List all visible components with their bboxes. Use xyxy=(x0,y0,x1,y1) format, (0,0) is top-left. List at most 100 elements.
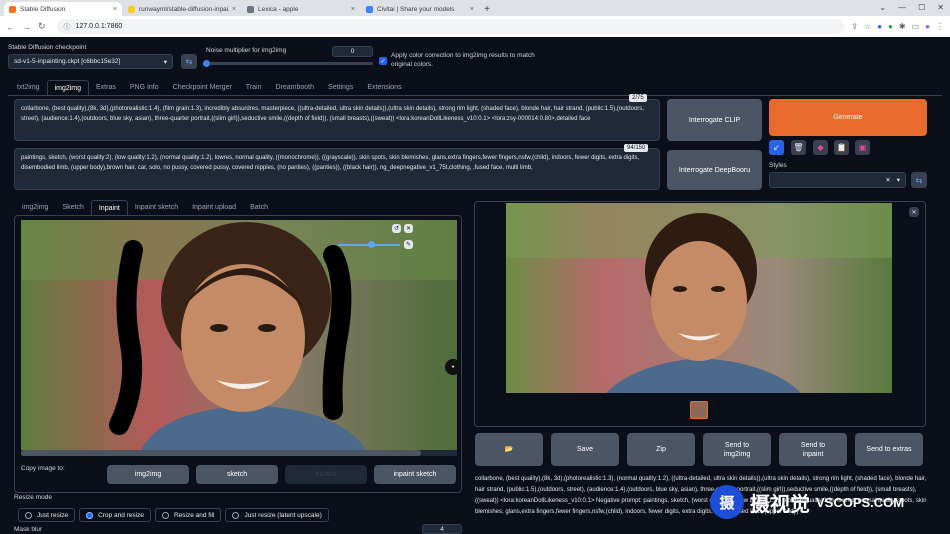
tab-favicon-icon xyxy=(128,5,135,13)
star-icon[interactable]: ☆ xyxy=(864,22,871,31)
interrogate-clip-button[interactable]: Interrogate CLIP xyxy=(667,99,762,141)
chevron-down-icon: ▾ xyxy=(163,58,167,66)
send-to-img2img-button[interactable]: Send to img2img xyxy=(703,433,771,466)
copy-to-sketch-button[interactable]: sketch xyxy=(196,465,278,484)
save-style-button[interactable]: 📋 xyxy=(834,140,849,155)
address-bar[interactable]: ⓘ 127.0.0.1:7860 xyxy=(56,19,845,34)
color-correction-label: Apply color correction to img2img result… xyxy=(391,52,535,68)
share-icon[interactable]: ⇪ xyxy=(851,22,858,31)
browser-toolbar: ← → ↻ ⓘ 127.0.0.1:7860 ⇪ ☆ ● ● ✱ ▭ ● ⋮ xyxy=(0,16,950,37)
noise-multiplier-input[interactable]: 0 xyxy=(332,46,373,57)
forward-icon[interactable]: → xyxy=(22,22,31,32)
canvas-scrollbar[interactable] xyxy=(21,450,457,456)
close-icon[interactable]: × xyxy=(470,6,474,13)
new-tab-icon[interactable]: + xyxy=(480,2,494,16)
copy-to-inpaint-sketch-button[interactable]: inpaint sketch xyxy=(374,465,456,484)
copy-to-inpaint-button[interactable]: inpaint xyxy=(285,465,367,484)
resize-latent-upscale[interactable]: Just resize (latent upscale) xyxy=(225,508,329,522)
resize-and-fill[interactable]: Resize and fill xyxy=(154,508,222,522)
zip-button[interactable]: Zip xyxy=(627,433,695,466)
negative-prompt-textarea[interactable]: paintings, sketch, (worst quality:2), (l… xyxy=(14,148,660,190)
styles-dropdown[interactable]: ✕ ▾ xyxy=(769,172,906,188)
resize-just-resize[interactable]: Just resize xyxy=(18,508,76,522)
extension-blue-icon[interactable]: ● xyxy=(877,22,882,31)
checkpoint-dropdown[interactable]: sd-v1-5-inpainting.ckpt [c6bbc15e32] ▾ xyxy=(8,54,173,69)
prompt-textarea[interactable]: collarbone, (best quality),(8k, 3d),(pho… xyxy=(14,99,660,141)
tab-divider xyxy=(8,95,942,96)
close-window-icon[interactable]: ✕ xyxy=(937,3,944,12)
tab-extras[interactable]: Extras xyxy=(89,80,123,95)
radio-dot xyxy=(25,511,32,519)
browser-tab-runwayml[interactable]: runwayml/stable-diffusion-inpai... × xyxy=(123,2,241,16)
brush-button[interactable]: ✎ xyxy=(404,240,413,249)
clear-canvas-button[interactable]: ✕ xyxy=(404,224,413,233)
back-icon[interactable]: ← xyxy=(6,22,15,32)
brush-size-thumb[interactable] xyxy=(368,241,375,248)
tab-favicon-icon xyxy=(9,5,16,13)
subtab-batch[interactable]: Batch xyxy=(243,200,275,215)
radio-dot xyxy=(232,511,240,519)
refresh-styles-button[interactable]: ⇆ xyxy=(911,172,927,188)
close-icon[interactable]: × xyxy=(113,6,117,13)
copy-to-img2img-button[interactable]: img2img xyxy=(107,465,189,484)
chevron-down-icon: ▾ xyxy=(896,177,900,184)
paste-params-button[interactable]: ↙ xyxy=(769,140,784,155)
profile-avatar[interactable]: ● xyxy=(925,22,930,31)
send-to-extras-button[interactable]: Send to extras xyxy=(855,433,923,466)
reload-icon[interactable]: ↻ xyxy=(38,21,46,32)
subtab-sketch[interactable]: Sketch xyxy=(55,200,90,215)
tab-img2img[interactable]: img2img xyxy=(46,80,90,95)
close-icon[interactable]: × xyxy=(232,6,236,13)
close-preview-button[interactable]: ✕ xyxy=(909,207,919,217)
menu-icon[interactable]: ⋮ xyxy=(936,22,944,31)
scrollbar-thumb[interactable] xyxy=(21,450,421,456)
tab-settings[interactable]: Settings xyxy=(321,80,360,95)
watermark-cn: 摄视觉 xyxy=(750,493,810,516)
noise-multiplier-slider[interactable] xyxy=(203,60,373,67)
chevron-down-icon[interactable]: ⌄ xyxy=(879,3,886,12)
brush-icon: ✎ xyxy=(405,242,412,248)
info-icon: ⓘ xyxy=(63,23,71,31)
brush-size-slider[interactable] xyxy=(338,241,400,248)
resize-crop-and-resize[interactable]: Crop and resize xyxy=(79,508,151,522)
clear-icon[interactable]: ✕ xyxy=(885,176,890,184)
open-folder-button[interactable]: 📂 xyxy=(475,433,543,466)
browser-tab-civitai[interactable]: Civitai | Share your models × xyxy=(361,2,479,16)
inpaint-canvas[interactable] xyxy=(21,220,457,450)
send-to-inpaint-button[interactable]: Send to inpaint xyxy=(779,433,847,466)
tab-train[interactable]: Train xyxy=(239,80,269,95)
refresh-icon: ⇆ xyxy=(915,175,923,185)
close-icon[interactable]: × xyxy=(351,6,355,13)
output-image[interactable] xyxy=(506,203,892,393)
folder-icon: 📂 xyxy=(504,446,514,453)
tab-checkpoint-merger[interactable]: Checkpoint Merger xyxy=(166,80,239,95)
clear-prompt-button[interactable]: 🗑 xyxy=(791,140,806,155)
apply-style-button[interactable]: ▣ xyxy=(855,140,870,155)
tab-txt2img[interactable]: txt2img xyxy=(10,80,47,95)
puzzle-icon[interactable]: ✱ xyxy=(899,22,906,31)
extension-green-icon[interactable]: ● xyxy=(888,22,893,31)
sidebar-icon[interactable]: ▭ xyxy=(912,22,920,31)
browser-chrome: Stable Diffusion × runwayml/stable-diffus… xyxy=(0,0,950,37)
tab-png-info[interactable]: PNG Info xyxy=(123,80,166,95)
minimize-icon[interactable]: — xyxy=(898,3,906,12)
subtab-inpaint[interactable]: Inpaint xyxy=(90,200,128,215)
interrogate-deepbooru-button[interactable]: Interrogate DeepBooru xyxy=(667,150,762,190)
maximize-icon[interactable]: ☐ xyxy=(918,3,925,12)
subtab-inpaint-sketch[interactable]: Inpaint sketch xyxy=(128,200,185,215)
gallery-thumbnail[interactable] xyxy=(690,401,708,419)
subtab-img2img[interactable]: img2img xyxy=(15,200,55,215)
noise-multiplier-thumb[interactable] xyxy=(203,60,210,67)
generate-button[interactable]: Generate xyxy=(769,99,927,136)
undo-button[interactable]: ↺ xyxy=(392,224,401,233)
save-button[interactable]: Save xyxy=(551,433,619,466)
tab-extensions[interactable]: Extensions xyxy=(360,80,408,95)
color-correction-checkbox[interactable]: ✓ xyxy=(379,57,387,65)
browser-tab-stable-diffusion[interactable]: Stable Diffusion × xyxy=(4,2,122,16)
tab-dreambooth[interactable]: Dreambooth xyxy=(269,80,322,95)
refresh-checkpoint-button[interactable]: ⇆ xyxy=(181,54,197,69)
mask-blur-input[interactable]: 4 xyxy=(422,524,462,534)
browser-tab-lexica[interactable]: Lexica - apple × xyxy=(242,2,360,16)
extra-networks-button[interactable]: ◆ xyxy=(813,140,828,155)
subtab-inpaint-upload[interactable]: Inpaint upload xyxy=(185,200,243,215)
